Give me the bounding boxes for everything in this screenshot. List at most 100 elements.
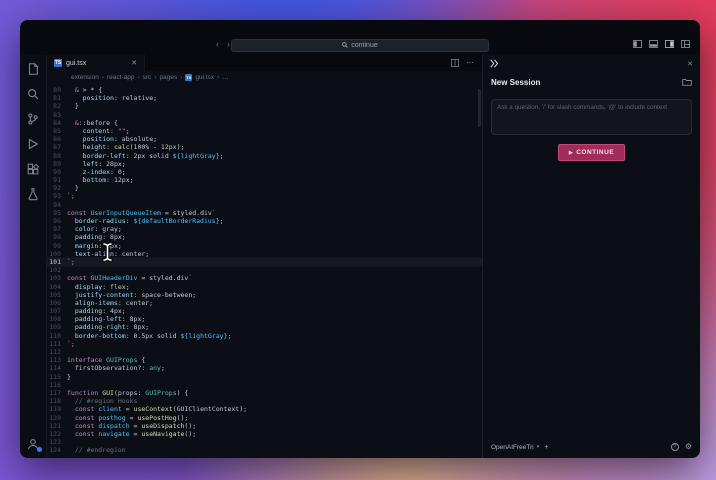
source-control-icon[interactable] [26, 112, 40, 126]
code-line[interactable]: 95 const UserInputQueueItem = styled.div` [47, 209, 482, 217]
code-line[interactable]: 122 const navigate = useNavigate(); [47, 430, 482, 438]
code-line[interactable]: 121 const dispatch = useDispatch(); [47, 422, 482, 430]
breadcrumb-item[interactable]: pages [159, 74, 177, 81]
code-line[interactable]: 123 [47, 438, 482, 446]
prompt-input[interactable]: Ask a question, '/' for slash commands, … [491, 99, 692, 135]
explorer-icon[interactable] [26, 62, 40, 76]
account-icon[interactable] [26, 437, 42, 452]
code-line[interactable]: 91 bottom: 12px; [47, 176, 482, 184]
breadcrumb-separator: › [217, 73, 220, 81]
code-line[interactable]: 108 padding-left: 8px; [47, 315, 482, 323]
code-line[interactable]: 117 function GUI(props: GUIProps) { [47, 389, 482, 397]
code-line[interactable]: 103 const GUIHeaderDiv = styled.div` [47, 274, 482, 282]
code-line[interactable]: 98 padding: 8px; [47, 233, 482, 241]
toggle-panel-icon[interactable] [649, 40, 658, 48]
line-text: position: relative; [67, 94, 158, 103]
toggle-secondary-sidebar-icon[interactable] [665, 40, 674, 48]
tab-close-icon[interactable]: ✕ [131, 59, 137, 67]
code-line[interactable]: 83 [47, 111, 482, 119]
code-line[interactable]: 112 [47, 348, 482, 356]
code-line[interactable]: 105 justify-content: space-between; [47, 291, 482, 299]
model-select[interactable]: OpenAIFreeTri ▾ + [491, 444, 548, 451]
code-line[interactable]: 84 &::before { [47, 119, 482, 127]
search-icon [342, 41, 348, 50]
line-number: 83 [53, 110, 61, 119]
breadcrumb-item[interactable]: gui.tsx [195, 74, 214, 81]
line-text: padding: 8px; [67, 233, 126, 242]
code-line[interactable]: 89 left: 28px; [47, 160, 482, 168]
code-line[interactable]: 119 const client = useContext(GUIClientC… [47, 405, 482, 413]
command-search-box[interactable]: continue [231, 39, 489, 52]
code-line[interactable]: 111 `; [47, 340, 482, 348]
code-line[interactable]: 97 color: gray; [47, 225, 482, 233]
extensions-icon[interactable] [26, 162, 40, 176]
breadcrumb-item[interactable]: extension [71, 74, 99, 81]
panel-close-icon[interactable]: ✕ [687, 60, 693, 68]
line-number: 112 [49, 348, 61, 356]
history-folder-icon[interactable] [682, 73, 692, 91]
breadcrumb-item[interactable]: … [222, 74, 229, 81]
continue-panel: ✕ New Session Ask a question, '/' for sl… [482, 55, 700, 458]
search-sidebar-icon[interactable] [26, 87, 40, 101]
code-line[interactable]: 124 // #endregion [47, 446, 482, 454]
code-line[interactable]: 110 border-bottom: 0.5px solid ${lightGr… [47, 332, 482, 340]
code-line[interactable]: 88 border-left: 2px solid ${lightGray}; [47, 152, 482, 160]
line-text: `; [67, 339, 75, 348]
code-line[interactable]: 81 position: relative; [47, 94, 482, 102]
line-text: firstObservation?: any; [67, 364, 165, 373]
tab-gui-tsx[interactable]: TS gui.tsx ✕ [47, 55, 145, 71]
editor-scrollbar[interactable] [478, 89, 481, 127]
code-line[interactable]: 86 position: absolute; [47, 135, 482, 143]
code-line[interactable]: 109 padding-right: 8px; [47, 323, 482, 331]
nav-back-icon[interactable]: ‹ [216, 40, 219, 49]
code-line[interactable]: 115} [47, 373, 482, 381]
continue-button-label: CONTINUE [576, 149, 615, 156]
search-text: continue [351, 42, 378, 49]
code-line[interactable]: 118 // #region Hooks [47, 397, 482, 405]
code-line[interactable]: 92 } [47, 184, 482, 192]
help-icon[interactable]: ? [670, 443, 679, 451]
code-line[interactable]: 96 border-radius: ${defaultBorderRadius}… [47, 217, 482, 225]
line-text: margin: 8px; [67, 241, 122, 250]
customize-layout-icon[interactable] [681, 40, 690, 48]
line-text: const GUIHeaderDiv = styled.div` [67, 274, 193, 283]
vscode-window: ‹ › continue TS gui.tsx ✕ ⋯ extension › … [20, 20, 700, 458]
code-line[interactable]: 90 z-index: 0; [47, 168, 482, 176]
code-line[interactable]: 113 interface GUIProps { [47, 356, 482, 364]
code-line[interactable]: 94 [47, 201, 482, 209]
line-text: } [67, 102, 79, 111]
toggle-sidebar-icon[interactable] [633, 40, 642, 48]
split-editor-icon[interactable] [451, 54, 459, 72]
run-debug-icon[interactable] [26, 137, 40, 151]
beaker-icon[interactable] [26, 187, 40, 201]
line-number: 110 [49, 331, 61, 340]
code-line[interactable]: 106 align-items: center; [47, 299, 482, 307]
line-text: const navigate = useNavigate(); [67, 429, 197, 438]
code-line[interactable]: 107 padding: 4px; [47, 307, 482, 315]
code-line[interactable]: 87 height: calc(100% - 12px); [47, 143, 482, 151]
code-line[interactable]: 102 [47, 266, 482, 274]
gear-icon[interactable]: ⚙ [685, 443, 692, 451]
line-number: 122 [49, 429, 61, 438]
line-text: content: ""; [67, 126, 130, 135]
breadcrumb-item[interactable]: src [143, 74, 152, 81]
more-actions-icon[interactable]: ⋯ [466, 59, 474, 67]
breadcrumb[interactable]: extension › react-app › src › pages › TS… [47, 71, 482, 83]
code-line[interactable]: 104 display: flex; [47, 283, 482, 291]
line-text: padding-left: 8px; [67, 315, 146, 324]
code-line[interactable]: 80 & > * { [47, 86, 482, 94]
code-line[interactable]: 120 const posthog = usePostHog(); [47, 414, 482, 422]
tab-label: gui.tsx [66, 59, 87, 67]
line-number: 120 [49, 413, 61, 422]
code-line[interactable]: 93 `; [47, 192, 482, 200]
line-text: } [67, 184, 79, 193]
code-editor[interactable]: 80 & > * {81 position: relative; 82 } 83 84… [47, 83, 482, 458]
code-line[interactable]: 114 firstObservation?: any; [47, 364, 482, 372]
breadcrumb-item[interactable]: react-app [107, 74, 134, 81]
nav-forward-icon[interactable]: › [227, 40, 230, 49]
continue-button[interactable]: ▶ CONTINUE [557, 144, 626, 161]
code-line[interactable]: 82 } [47, 102, 482, 110]
code-line[interactable]: 85 content: ""; [47, 127, 482, 135]
add-model-button[interactable]: + [544, 444, 548, 451]
code-line[interactable]: 116 [47, 381, 482, 389]
